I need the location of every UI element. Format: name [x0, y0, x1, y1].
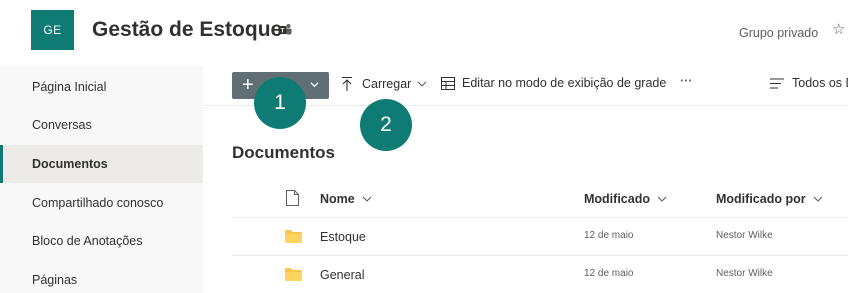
column-header-row: Nome Modificado Modificado por: [232, 181, 848, 218]
star-icon[interactable]: ☆: [832, 22, 845, 37]
nav-item-label: Conversas: [32, 118, 92, 132]
view-selector-label: Todos os D: [792, 76, 848, 90]
callout-number: 2: [380, 113, 392, 136]
row-modified-by[interactable]: Nestor Wilke: [716, 268, 773, 279]
column-name-label: Nome: [320, 192, 355, 206]
row-modified: 12 de maio: [584, 230, 634, 241]
teams-icon[interactable]: T: [278, 23, 292, 37]
callout-badge-2: 2: [360, 99, 412, 151]
svg-text:T: T: [281, 27, 285, 34]
upload-label: Carregar: [362, 77, 412, 91]
callout-number: 1: [274, 91, 286, 114]
site-title[interactable]: Gestão de Estoque: [92, 18, 282, 42]
column-name[interactable]: Nome: [320, 192, 372, 206]
site-logo-text: GE: [43, 23, 62, 37]
group-privacy-label: Grupo privado: [739, 26, 819, 40]
nav-item-notebook[interactable]: Bloco de Anotações: [0, 222, 203, 260]
table-row[interactable]: Estoque 12 de maio Nestor Wilke: [232, 218, 848, 256]
row-name[interactable]: General: [320, 268, 364, 282]
nav-item-home[interactable]: Página Inicial: [0, 68, 203, 106]
chevron-down-icon: [310, 82, 319, 88]
folder-icon: [285, 230, 302, 243]
file-type-icon[interactable]: [286, 190, 299, 206]
nav-item-conversations[interactable]: Conversas: [0, 106, 203, 144]
folder-icon: [285, 268, 302, 281]
nav-item-documents[interactable]: Documentos: [0, 145, 203, 183]
chevron-down-icon: [417, 81, 427, 87]
nav-item-label: Compartilhado conosco: [32, 196, 164, 210]
edit-grid-view-label: Editar no modo de exibição de grade: [462, 76, 667, 90]
column-modified-label: Modificado: [584, 192, 650, 206]
view-selector[interactable]: Todos os D: [770, 76, 848, 90]
library-title: Documentos: [232, 143, 335, 162]
nav-item-shared-with-us[interactable]: Compartilhado conosco: [0, 184, 203, 222]
callout-badge-1: 1: [254, 77, 306, 129]
nav-item-pages[interactable]: Páginas: [0, 261, 203, 293]
left-navigation: Página Inicial Conversas Documentos Comp…: [0, 66, 203, 293]
chevron-down-icon: [657, 196, 667, 202]
row-modified-by[interactable]: Nestor Wilke: [716, 230, 773, 241]
column-modified-by-label: Modificado por: [716, 192, 806, 206]
chevron-down-icon: [813, 196, 822, 202]
column-modified-by[interactable]: Modificado por: [716, 192, 823, 206]
view-list-icon: [770, 77, 784, 89]
edit-grid-view-button[interactable]: Editar no modo de exibição de grade: [441, 76, 666, 90]
nav-item-label: Páginas: [32, 273, 78, 287]
grid-icon: [441, 76, 455, 90]
upload-button[interactable]: Carregar: [340, 76, 427, 92]
nav-item-label: Documentos: [32, 157, 108, 171]
row-name[interactable]: Estoque: [320, 230, 366, 244]
nav-item-label: Página Inicial: [32, 80, 107, 94]
site-logo[interactable]: GE: [31, 10, 74, 50]
plus-icon: +: [242, 74, 254, 96]
table-row[interactable]: General 12 de maio Nestor Wilke: [232, 256, 848, 293]
column-modified[interactable]: Modificado: [584, 192, 667, 206]
site-header: GE Gestão de Estoque T Grupo privado ☆: [0, 0, 848, 64]
upload-icon: [342, 76, 352, 91]
more-options-button[interactable]: ···: [680, 74, 693, 88]
chevron-down-icon: [362, 196, 372, 202]
row-modified: 12 de maio: [584, 268, 634, 279]
nav-item-label: Bloco de Anotações: [32, 234, 143, 248]
